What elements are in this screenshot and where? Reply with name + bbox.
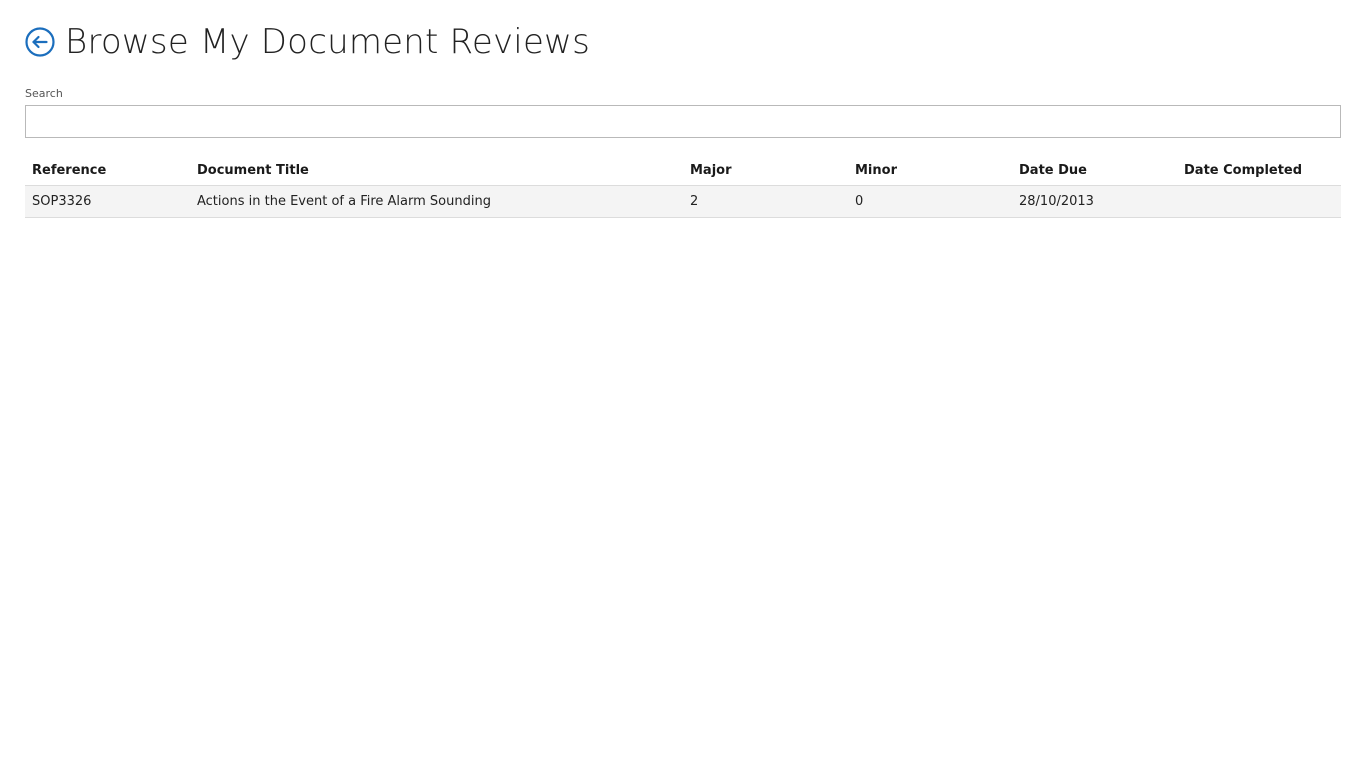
column-header-reference[interactable]: Reference xyxy=(25,163,190,178)
search-label: Search xyxy=(25,87,63,100)
cell-document-title: Actions in the Event of a Fire Alarm Sou… xyxy=(197,194,491,209)
search-input[interactable] xyxy=(25,105,1341,138)
page-title: Browse My Document Reviews xyxy=(65,22,590,62)
page-header: Browse My Document Reviews xyxy=(25,20,590,64)
cell-minor: 0 xyxy=(855,194,864,209)
back-button[interactable] xyxy=(25,27,55,57)
arrow-left-circle-icon xyxy=(25,27,55,57)
cell-date-due: 28/10/2013 xyxy=(1019,194,1094,209)
column-header-major[interactable]: Major xyxy=(683,163,848,178)
table-header-row: Reference Document Title Major Minor Dat… xyxy=(25,155,1341,186)
column-header-minor[interactable]: Minor xyxy=(848,163,1012,178)
column-header-date-due[interactable]: Date Due xyxy=(1012,163,1177,178)
reviews-table: Reference Document Title Major Minor Dat… xyxy=(25,155,1341,218)
column-header-document-title[interactable]: Document Title xyxy=(190,163,683,178)
column-header-date-completed[interactable]: Date Completed xyxy=(1177,163,1341,178)
page: Browse My Document Reviews Search Refere… xyxy=(0,0,1366,768)
cell-reference: SOP3326 xyxy=(32,194,92,209)
table-row[interactable]: SOP3326 Actions in the Event of a Fire A… xyxy=(25,186,1341,218)
cell-major: 2 xyxy=(690,194,699,209)
